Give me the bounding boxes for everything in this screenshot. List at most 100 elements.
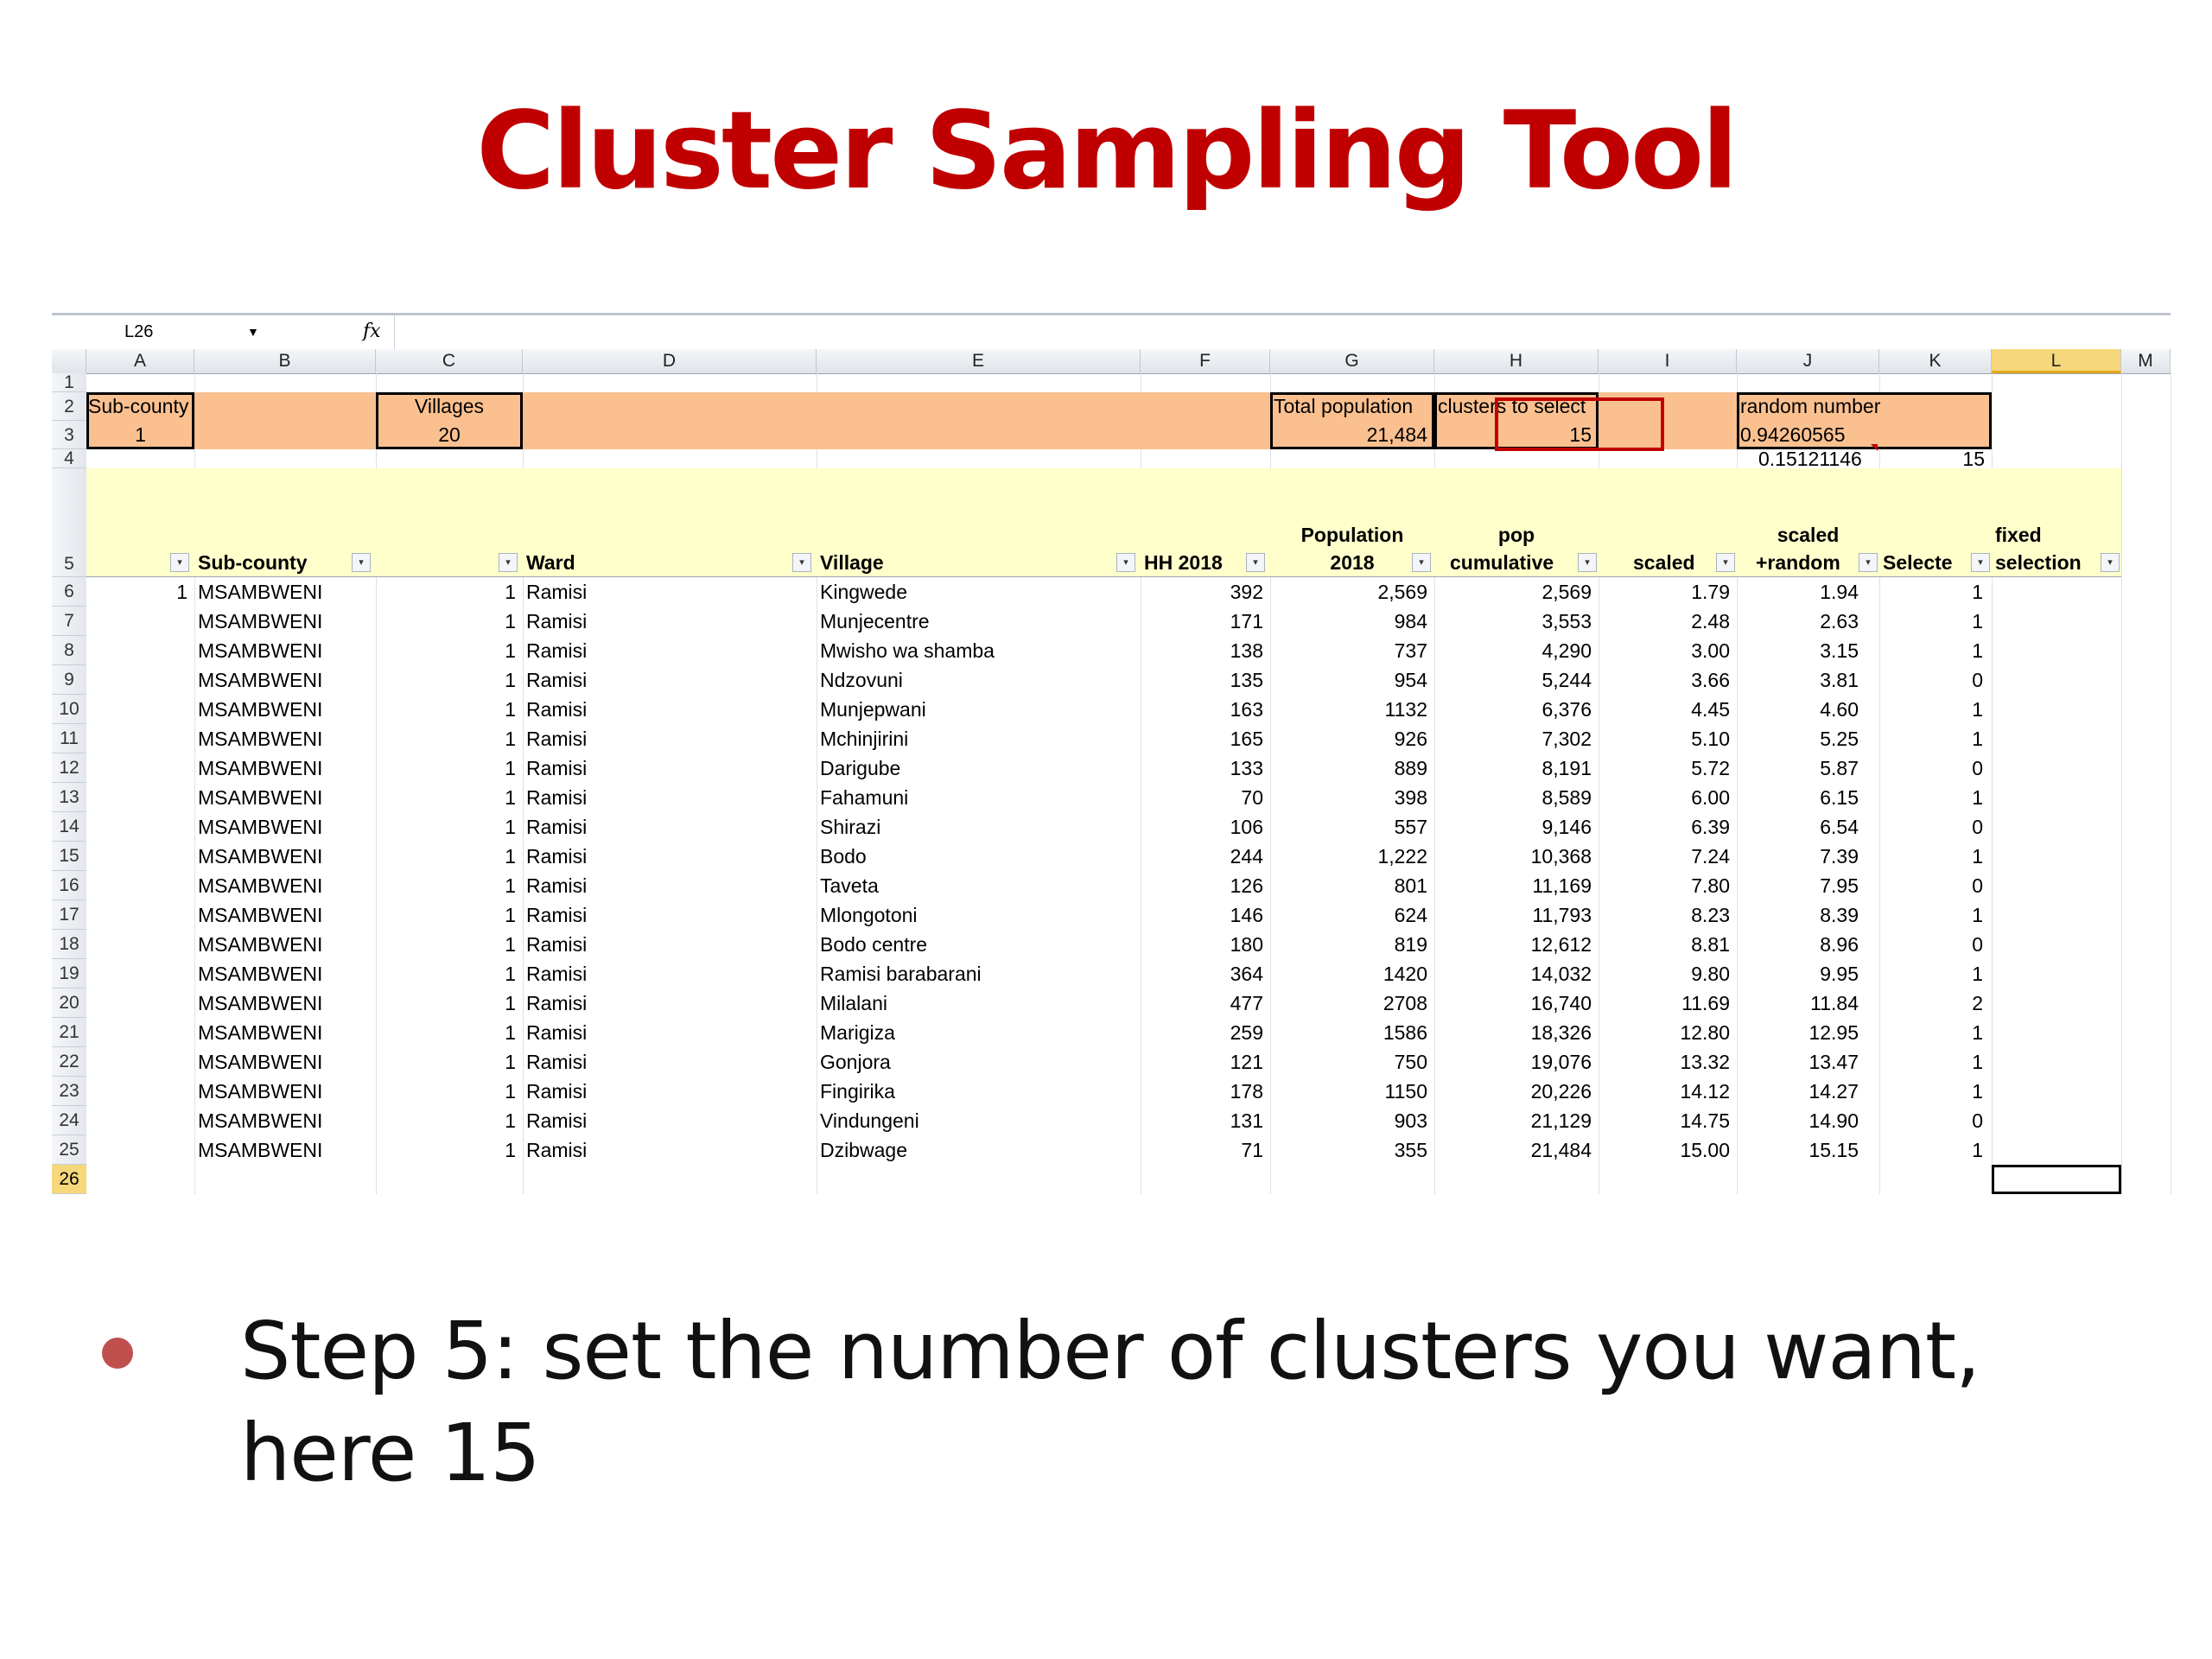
cell-subcounty: MSAMBWENI — [198, 874, 323, 897]
cell-scaled-random: 14.27 — [1808, 1080, 1859, 1103]
function-icon[interactable]: fx — [363, 321, 381, 343]
row-header[interactable]: 5 — [52, 468, 86, 577]
cell-scaled: 6.00 — [1691, 786, 1730, 809]
column-header-h[interactable]: H — [1434, 349, 1599, 373]
filter-dropdown-button[interactable]: ▾ — [499, 553, 518, 572]
row-header[interactable]: 17 — [52, 900, 86, 930]
cell-selected: 1 — [1972, 1080, 1983, 1103]
row-header[interactable]: 4 — [52, 449, 86, 468]
row-header[interactable]: 19 — [52, 959, 86, 988]
cell-ward: Ramisi — [526, 728, 588, 750]
filter-dropdown-button[interactable]: ▾ — [1578, 553, 1597, 572]
filter-dropdown-button[interactable]: ▾ — [170, 553, 189, 572]
row-header[interactable]: 3 — [52, 421, 86, 449]
row-header[interactable]: 24 — [52, 1106, 86, 1135]
cell-selected: 1 — [1972, 904, 1983, 926]
header-population-2: 2018 — [1330, 551, 1375, 574]
column-header-a[interactable]: A — [86, 349, 194, 373]
cell-village: Darigube — [820, 757, 901, 779]
cell-ward: Ramisi — [526, 963, 588, 985]
filter-dropdown-button[interactable]: ▾ — [352, 553, 371, 572]
cell-ward: Ramisi — [526, 1021, 588, 1044]
row-header[interactable]: 25 — [52, 1135, 86, 1165]
cell-subcounty: MSAMBWENI — [198, 963, 323, 985]
cell-pop-cumulative: 16,740 — [1530, 992, 1592, 1014]
column-header-e[interactable]: E — [817, 349, 1141, 373]
selected-cell-l26[interactable] — [1992, 1165, 2121, 1194]
cell-pop-cumulative: 19,076 — [1530, 1051, 1592, 1073]
cell-village: Mchinjirini — [820, 728, 909, 750]
row-header[interactable]: 10 — [52, 695, 86, 724]
cell-selected: 1 — [1972, 1051, 1983, 1073]
column-header-d[interactable]: D — [523, 349, 817, 373]
row-header[interactable]: 8 — [52, 636, 86, 665]
cell-selected: 0 — [1972, 874, 1983, 897]
cell-population: 624 — [1394, 904, 1427, 926]
cell-scaled-random: 5.25 — [1820, 728, 1859, 750]
cell-scaled-random: 4.60 — [1820, 698, 1859, 721]
filter-dropdown-button[interactable]: ▾ — [792, 553, 811, 572]
cell-scaled: 7.24 — [1691, 845, 1730, 868]
column-header-f[interactable]: F — [1141, 349, 1270, 373]
row-header[interactable]: 16 — [52, 871, 86, 900]
filter-dropdown-button[interactable]: ▾ — [1716, 553, 1735, 572]
cell-hh: 135 — [1230, 669, 1263, 691]
cell-village: Gonjora — [820, 1051, 891, 1073]
column-header-c[interactable]: C — [376, 349, 523, 373]
row-header[interactable]: 22 — [52, 1047, 86, 1077]
row-header[interactable]: 7 — [52, 607, 86, 636]
total-population-value: 21,484 — [1366, 423, 1427, 446]
villages-label: Villages — [414, 395, 485, 417]
column-header-k[interactable]: K — [1879, 349, 1992, 373]
cell-subcounty: MSAMBWENI — [198, 1080, 323, 1103]
row-header[interactable]: 18 — [52, 930, 86, 959]
cell-scaled: 6.39 — [1691, 816, 1730, 838]
header-village: Village — [820, 551, 884, 574]
row-header[interactable]: 13 — [52, 783, 86, 812]
column-header-b[interactable]: B — [194, 349, 376, 373]
filter-dropdown-button[interactable]: ▾ — [2101, 553, 2120, 572]
cell-subcounty: MSAMBWENI — [198, 1021, 323, 1044]
spreadsheet[interactable]: L26 ▼ fx ABCDEFGHIJKLM 1 2 3 4 5 6 7 8 9 10 11 12 13… — [52, 313, 2171, 1229]
filter-dropdown-button[interactable]: ▾ — [1246, 553, 1265, 572]
cell-scaled: 13.32 — [1680, 1051, 1730, 1073]
cell-c: 1 — [505, 1109, 516, 1132]
cell-scaled: 5.72 — [1691, 757, 1730, 779]
column-header-j[interactable]: J — [1737, 349, 1879, 373]
filter-dropdown-button[interactable]: ▾ — [1116, 553, 1135, 572]
filter-dropdown-button[interactable]: ▾ — [1971, 553, 1990, 572]
header-scaled-random-1: scaled — [1777, 524, 1840, 546]
row-header[interactable]: 21 — [52, 1018, 86, 1047]
filter-dropdown-button[interactable]: ▾ — [1412, 553, 1431, 572]
column-header-g[interactable]: G — [1270, 349, 1434, 373]
row-header[interactable]: 12 — [52, 753, 86, 783]
row-header[interactable]: 20 — [52, 988, 86, 1018]
row-header[interactable]: 2 — [52, 392, 86, 421]
row-header[interactable]: 26 — [52, 1165, 86, 1194]
header-population-1: Population — [1300, 524, 1404, 546]
row-header[interactable]: 6 — [52, 577, 86, 607]
cell-ward: Ramisi — [526, 1139, 588, 1161]
name-box-dropdown-icon[interactable]: ▼ — [247, 321, 259, 343]
cell-subcounty: MSAMBWENI — [198, 669, 323, 691]
column-header-l[interactable]: L — [1992, 349, 2121, 373]
cell-scaled: 8.23 — [1691, 904, 1730, 926]
cell-c: 1 — [505, 992, 516, 1014]
cell-subcounty: MSAMBWENI — [198, 845, 323, 868]
name-box[interactable]: L26 — [52, 321, 276, 343]
row-header[interactable]: 23 — [52, 1077, 86, 1106]
column-header-m[interactable]: M — [2121, 349, 2171, 373]
cell-c: 1 — [505, 1021, 516, 1044]
row-header[interactable]: 1 — [52, 373, 86, 392]
row-header[interactable]: 11 — [52, 724, 86, 753]
select-all-corner[interactable] — [52, 349, 86, 373]
cell-subcounty: MSAMBWENI — [198, 1139, 323, 1161]
filter-dropdown-button[interactable]: ▾ — [1859, 553, 1878, 572]
cell-scaled-random: 8.96 — [1820, 933, 1859, 956]
row-header[interactable]: 14 — [52, 812, 86, 842]
header-selected: Selecte — [1883, 551, 1953, 574]
row-header[interactable]: 9 — [52, 665, 86, 695]
column-header-i[interactable]: I — [1599, 349, 1737, 373]
cell-subcounty: MSAMBWENI — [198, 728, 323, 750]
row-header[interactable]: 15 — [52, 842, 86, 871]
